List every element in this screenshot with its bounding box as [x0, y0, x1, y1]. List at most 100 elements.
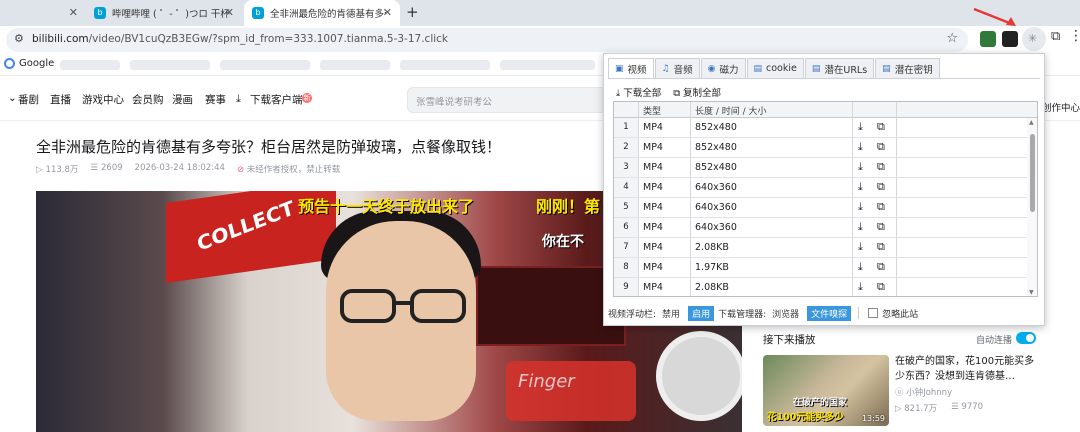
table-row[interactable]: 8 MP4 1.97KB ⤓ ⧉	[614, 258, 1028, 278]
bilibili-icon: b	[94, 7, 106, 19]
nav-mall[interactable]: 会员购	[132, 92, 164, 107]
url-text[interactable]: bilibili.com/video/BV1cuQzB3EGw/?spm_id_…	[32, 33, 448, 45]
chevron-down-icon[interactable]: ⌄	[8, 92, 17, 104]
table-row[interactable]: 9 MP4 2.08KB ⤓ ⧉	[614, 278, 1028, 296]
nav-bangumi[interactable]: 番剧	[18, 92, 39, 107]
bookmark-google[interactable]: Google	[4, 58, 54, 69]
autoplay-toggle[interactable]	[1016, 332, 1036, 344]
spinner-icon: ✳	[1028, 32, 1038, 45]
download-icon[interactable]: ⤓	[858, 200, 863, 214]
extension-download-icon[interactable]	[980, 31, 996, 47]
rec-video-title[interactable]: 在破产的国家，花100元能买多少东西？没想到连肯德基…	[895, 354, 1037, 384]
address-bar[interactable]: ⚙ bilibili.com/video/BV1cuQzB3EGw/?spm_i…	[6, 28, 968, 52]
download-icon[interactable]: ⤓	[858, 120, 863, 134]
tab-audio[interactable]: ♫ 音频	[654, 58, 700, 78]
nav-download-client[interactable]: 下载客户端	[250, 92, 303, 107]
download-client-icon: ⤓	[236, 92, 241, 105]
copy-icon[interactable]: ⧉	[877, 280, 885, 294]
ignore-site-checkbox[interactable]	[868, 308, 879, 318]
table-row[interactable]: 4 MP4 640x360 ⤓ ⧉	[614, 178, 1028, 198]
tab-video[interactable]: ▣ 视频	[608, 58, 654, 78]
copy-icon[interactable]: ⧉	[877, 120, 885, 134]
extensions-puzzle-icon[interactable]: ⧉	[1051, 29, 1060, 44]
download-icon[interactable]: ⤓	[858, 220, 863, 234]
search-placeholder: 张雪峰说考研考公	[416, 97, 493, 108]
video-caption-1: 预告十一天终于放出来了	[298, 197, 475, 216]
site-info-icon[interactable]: ⚙	[14, 32, 24, 45]
download-icon[interactable]: ⤓	[858, 260, 863, 274]
nav-esports[interactable]: 赛事	[205, 92, 226, 107]
download-all-button[interactable]: ⤓ 下载全部	[616, 85, 661, 99]
tab-1[interactable]: ✕	[0, 0, 86, 26]
rec-video-thumbnail[interactable]: 在破产的国家 花100元能买多少 13:59	[763, 355, 889, 426]
nav-game-center[interactable]: 游戏中心	[82, 92, 124, 107]
table-scrollbar[interactable]: ▲ ▼	[1027, 118, 1037, 296]
tab-potential-urls[interactable]: ▤ 潜在URLs	[804, 58, 875, 78]
rec-stats: ▷ 821.7万 ☰ 9770	[895, 402, 983, 414]
google-icon	[4, 58, 15, 69]
tab-cookie[interactable]: ▤ cookie	[746, 58, 804, 78]
download-icon[interactable]: ⤓	[858, 140, 863, 154]
row-type: MP4	[643, 262, 663, 273]
glasses	[340, 289, 466, 323]
blurred-bookmark[interactable]	[60, 60, 120, 70]
row-info: 852x480	[695, 122, 737, 133]
site-search-input[interactable]: 张雪峰说考研考公	[407, 87, 607, 113]
download-icon[interactable]: ⤓	[858, 160, 863, 174]
bilibili-icon: b	[252, 7, 264, 19]
copy-all-button[interactable]: ⧉ 复制全部	[673, 85, 721, 99]
close-icon[interactable]: ✕	[69, 6, 78, 19]
copy-icon[interactable]: ⧉	[877, 200, 885, 214]
blurred-bookmark[interactable]	[400, 60, 490, 70]
copy-icon[interactable]: ⧉	[877, 180, 885, 194]
copy-icon[interactable]: ⧉	[877, 260, 885, 274]
scroll-up-icon[interactable]: ▲	[1029, 119, 1034, 126]
copy-icon[interactable]: ⧉	[877, 220, 885, 234]
copy-icon[interactable]: ⧉	[877, 140, 885, 154]
tab-potential-keys[interactable]: ▤ 潜在密钥	[875, 58, 940, 78]
rec-views: ▷ 821.7万	[895, 404, 938, 414]
nav-manga[interactable]: 漫画	[172, 92, 193, 107]
close-icon[interactable]: ✕	[383, 6, 392, 19]
table-row[interactable]: 2 MP4 852x480 ⤓ ⧉	[614, 138, 1028, 158]
bookmark-star-icon[interactable]: ☆	[946, 31, 958, 46]
copy-icon[interactable]: ⧉	[877, 240, 885, 254]
row-type: MP4	[643, 162, 663, 173]
copy-icon[interactable]: ⧉	[877, 160, 885, 174]
new-tab-icon[interactable]: +	[406, 3, 419, 21]
disable-button[interactable]: 禁用	[658, 306, 684, 321]
creator-center-link[interactable]: 创作中心	[1042, 100, 1080, 114]
browser-button[interactable]: 浏览器	[768, 306, 803, 321]
scroll-down-icon[interactable]: ▼	[1029, 289, 1034, 296]
table-row[interactable]: 6 MP4 640x360 ⤓ ⧉	[614, 218, 1028, 238]
blurred-bookmark[interactable]	[130, 60, 210, 70]
enable-button[interactable]: 启用	[688, 305, 715, 321]
row-type: MP4	[643, 182, 663, 193]
table-row[interactable]: 7 MP4 2.08KB ⤓ ⧉	[614, 238, 1028, 258]
blurred-bookmark[interactable]	[320, 60, 390, 70]
table-row[interactable]: 3 MP4 852x480 ⤓ ⧉	[614, 158, 1028, 178]
popup-actions: ⤓ 下载全部 ⧉ 复制全部	[616, 85, 721, 99]
table-row[interactable]: 5 MP4 640x360 ⤓ ⧉	[614, 198, 1028, 218]
file-sniffer-button[interactable]: 文件嗅探	[807, 305, 852, 321]
scrollbar-thumb[interactable]	[1030, 134, 1035, 212]
header-type: 类型	[643, 107, 662, 117]
blurred-bookmark[interactable]	[500, 60, 595, 70]
rec-uploader[interactable]: ⓤ 小钟Johnny	[895, 386, 952, 398]
close-icon[interactable]: ✕	[225, 6, 234, 19]
table-row[interactable]: 1 MP4 852x480 ⤓ ⧉	[614, 118, 1028, 138]
extension-dark-icon[interactable]	[1002, 31, 1018, 47]
tab-2[interactable]: b 哔哩哔哩 ( ゜- ゜)つロ 干杯~-bi ✕	[86, 0, 242, 26]
menu-kebab-icon[interactable]: ⋮	[1069, 28, 1080, 44]
download-icon[interactable]: ⤓	[858, 240, 863, 254]
media-table: 类型 长度 / 时间 / 大小 1 MP4 852x480 ⤓ ⧉ 2 MP4 …	[613, 101, 1038, 297]
blurred-bookmark[interactable]	[220, 60, 310, 70]
tab-3-active[interactable]: b 全非洲最危险的肯德基有多夸张 ✕	[244, 0, 400, 26]
tab-magnet[interactable]: ◉ 磁力	[700, 58, 746, 78]
ignore-site-label[interactable]: 忽略此站	[882, 307, 918, 320]
sniffer-extension-button[interactable]: ✳	[1022, 27, 1046, 51]
download-icon[interactable]: ⤓	[858, 180, 863, 194]
download-icon[interactable]: ⤓	[858, 280, 863, 294]
nav-live[interactable]: 直播	[50, 92, 71, 107]
video-title: 全非洲最危险的肯德基有多夸张？柜台居然是防弹玻璃，点餐像取钱！	[36, 138, 502, 156]
